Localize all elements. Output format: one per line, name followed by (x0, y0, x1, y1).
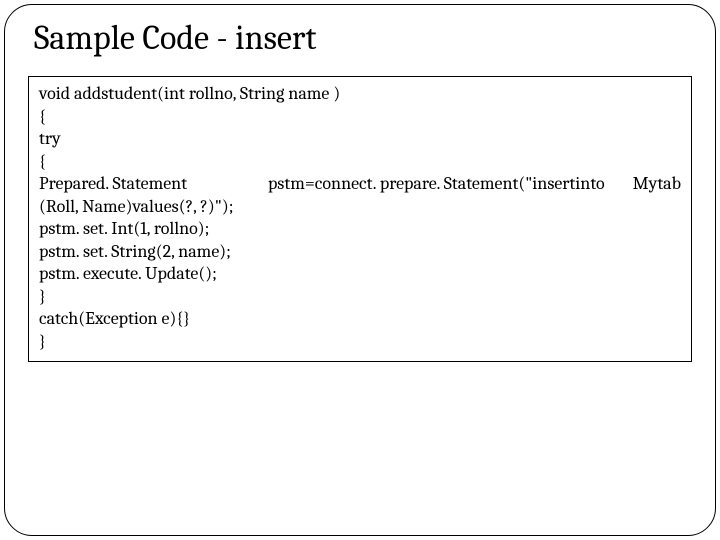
code-line: catch(Exception e){} (39, 308, 681, 331)
code-line: pstm. set. Int(1, rollno); (39, 218, 681, 241)
code-line: } (39, 286, 681, 309)
code-line: pstm. execute. Update(); (39, 263, 681, 286)
code-line: Prepared. Statement pstm=connect. prepar… (39, 173, 681, 196)
code-line: pstm. set. String(2, name); (39, 241, 681, 264)
code-line: } (39, 331, 681, 354)
code-line: { (39, 106, 681, 129)
code-text: into (575, 173, 604, 194)
code-line: (Roll, Name)values(?, ?)"); (39, 196, 681, 219)
code-text: pstm=connect. prepare. Statement("insert (268, 173, 575, 194)
code-block: void addstudent(int rollno, String name … (28, 76, 692, 362)
slide-title: Sample Code - insert (34, 18, 692, 58)
code-text: Prepared. Statement (39, 173, 187, 194)
code-line: try (39, 128, 681, 151)
code-line: void addstudent(int rollno, String name … (39, 83, 681, 106)
code-text: Mytab (633, 173, 681, 194)
slide: Sample Code - insert void addstudent(int… (0, 0, 720, 540)
code-line: { (39, 151, 681, 174)
